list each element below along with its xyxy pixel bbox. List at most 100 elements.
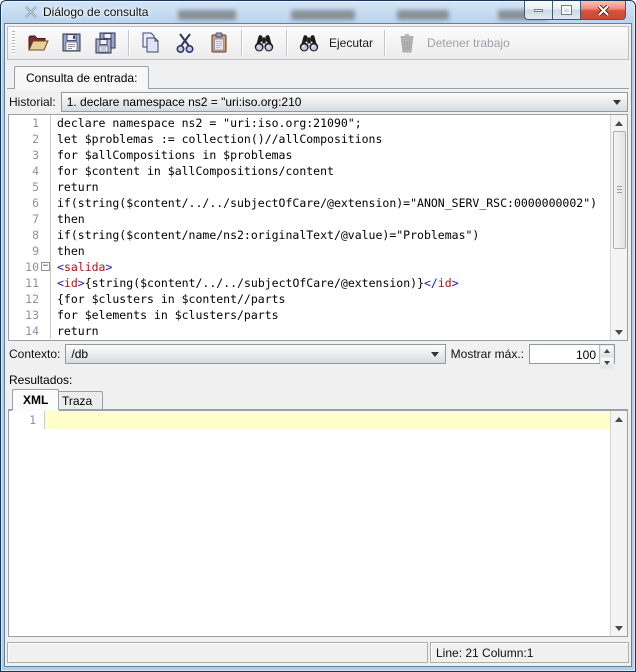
binoculars-icon [252,31,276,55]
editor-line-row[interactable]: 8if(string($content/name/ns2:originalTex… [9,227,610,243]
execute-button-label[interactable]: Ejecutar [329,36,373,50]
line-number: 1 [9,115,51,131]
query-editor-lines[interactable]: 1declare namespace ns2 = "uri:iso.org:21… [9,115,610,340]
tab-consulta-de-entrada[interactable]: Consulta de entrada: [14,66,149,89]
chevron-down-icon[interactable] [431,352,439,361]
editor-line-row[interactable]: 10−<salida> [9,259,610,275]
editor-line-row[interactable]: 4for $content in $allCompositions/conten… [9,163,610,179]
maximize-button[interactable] [553,1,580,20]
context-selected-value: /db [71,347,424,361]
open-button[interactable] [23,29,53,57]
scrollbar-thumb[interactable] [613,131,626,249]
scroll-down-icon[interactable] [611,620,627,636]
line-number: 8 [9,227,51,243]
scissors-icon [173,31,197,55]
code-line[interactable]: for $elements in $clusters/parts [51,307,610,323]
minimize-button[interactable] [524,1,553,20]
line-number: 3 [9,147,51,163]
code-line[interactable]: <id>{string($content/../../subjectOfCare… [51,275,610,291]
editor-line-row[interactable]: 9then [9,243,610,259]
max-results-label: Mostrar máx.: [451,347,524,361]
max-results-value[interactable]: 100 [530,345,599,363]
line-number: 10− [9,259,51,275]
line-number: 12 [9,291,51,307]
query-editor-scrollbar[interactable] [610,115,627,340]
editor-line-row[interactable]: 3for $allCompositions in $problemas [9,147,610,163]
code-line[interactable]: then [51,211,610,227]
line-number: 11 [9,275,51,291]
scroll-up-icon[interactable] [611,411,627,427]
results-editor-lines[interactable]: 1 [9,411,610,636]
trash-icon [395,31,419,55]
cut-button[interactable] [170,29,200,57]
find-button[interactable] [249,29,279,57]
code-line[interactable]: for $allCompositions in $problemas [51,147,610,163]
execute-button[interactable] [294,29,324,57]
save-all-floppy-icon [94,31,118,55]
status-message-cell [7,642,428,663]
scroll-down-icon[interactable] [611,324,627,340]
fold-collapse-icon[interactable]: − [41,262,50,271]
line-number: 6 [9,195,51,211]
context-label: Contexto: [9,347,60,361]
toolbar-separator [286,30,287,56]
paste-button[interactable] [204,29,234,57]
code-line[interactable]: return [51,179,610,195]
ghost-text-smudge [291,10,355,20]
code-line[interactable] [45,411,610,429]
copy-button[interactable] [136,29,166,57]
query-editor[interactable]: 1declare namespace ns2 = "uri:iso.org:21… [8,114,628,341]
ghost-text-smudge [397,10,449,20]
code-line[interactable]: then [51,243,610,259]
save-as-button[interactable] [91,29,121,57]
results-tabstrip: XML Traza [8,389,628,410]
close-button[interactable] [580,1,626,20]
scroll-up-icon[interactable] [611,115,627,131]
title-bar[interactable]: Diálogo de consulta [1,1,635,23]
status-bar: Line: 21 Column:1 [7,642,629,663]
editor-line-row[interactable]: 7then [9,211,610,227]
line-number: 5 [9,179,51,195]
binoculars-icon [297,31,321,55]
code-line[interactable]: for $content in $allCompositions/content [51,163,610,179]
editor-line-row[interactable]: 5return [9,179,610,195]
code-line[interactable]: <salida> [51,259,610,275]
toolbar: Ejecutar Detener trabajo [7,26,629,60]
results-editor[interactable]: 1 [8,410,628,637]
code-line[interactable]: let $problemas := collection()//allCompo… [51,131,610,147]
spinner-up-icon[interactable] [600,345,614,357]
editor-line-row[interactable]: 2let $problemas := collection()//allComp… [9,131,610,147]
open-folder-icon [26,31,50,55]
context-row: Contexto: /db Mostrar máx.: 100 [5,341,631,367]
editor-line-row[interactable]: 11<id>{string($content/../../subjectOfCa… [9,275,610,291]
chevron-down-icon[interactable] [613,100,621,109]
maximize-icon [562,6,571,14]
minimize-icon [534,9,543,12]
history-selected-value: 1. declare namespace ns2 = "uri:iso.org:… [67,95,607,109]
max-results-spinner[interactable]: 100 [529,344,615,364]
code-line[interactable]: {for $clusters in $content//parts [51,291,610,307]
history-combobox[interactable]: 1. declare namespace ns2 = "uri:iso.org:… [61,92,628,112]
editor-line-row[interactable]: 12{for $clusters in $content//parts [9,291,610,307]
caret-position: Line: 21 Column:1 [430,642,629,663]
code-line[interactable]: declare namespace ns2 = "uri:iso.org:210… [51,115,610,131]
context-combobox[interactable]: /db [65,344,445,364]
toolbar-grip-handle[interactable] [12,31,15,55]
code-line[interactable]: if(string($content/name/ns2:originalText… [51,227,610,243]
history-label: Historial: [9,95,56,109]
tab-xml[interactable]: XML [12,389,59,410]
code-line[interactable]: return [51,323,610,339]
line-number: 1 [9,411,45,429]
toolbar-separator [384,30,385,56]
editor-line-row[interactable]: 13for $elements in $clusters/parts [9,307,610,323]
editor-line-row[interactable]: 14return [9,323,610,339]
editor-line-row[interactable]: 1 [9,411,610,429]
code-line[interactable]: if(string($content/../../subjectOfCare/@… [51,195,610,211]
results-editor-scrollbar[interactable] [610,411,627,636]
stop-button[interactable] [392,29,422,57]
window-title: Diálogo de consulta [43,5,148,19]
toolbar-separator [128,30,129,56]
editor-line-row[interactable]: 1declare namespace ns2 = "uri:iso.org:21… [9,115,610,131]
editor-line-row[interactable]: 6if(string($content/../../subjectOfCare/… [9,195,610,211]
save-button[interactable] [57,29,87,57]
